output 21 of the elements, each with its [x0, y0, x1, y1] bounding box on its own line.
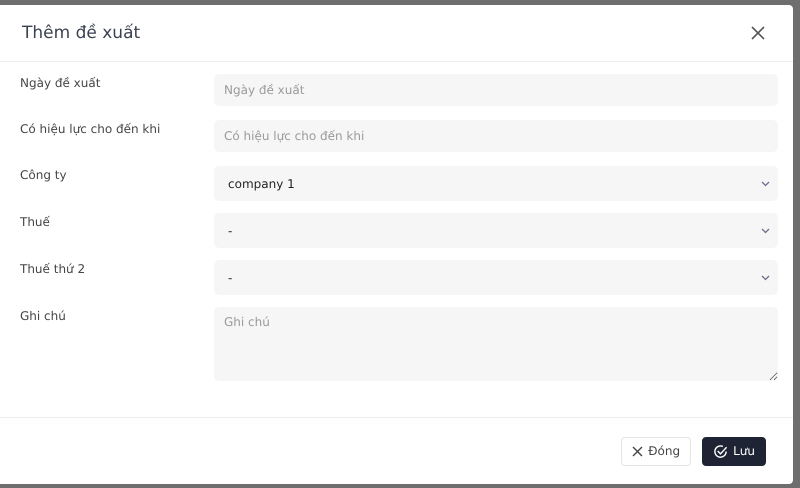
close-icon[interactable] — [751, 26, 765, 40]
chevron-down-icon — [761, 180, 770, 186]
field-label: Ngày đề xuất — [20, 75, 102, 90]
dialog-title: Thêm đề xuất — [22, 23, 140, 43]
save-button[interactable]: Lưu — [702, 436, 766, 466]
select-field[interactable]: company 1 — [214, 166, 778, 201]
chevron-down-icon — [761, 228, 770, 234]
input-field[interactable]: Ngày đề xuất — [214, 74, 778, 106]
select-field[interactable]: - — [214, 213, 778, 248]
textarea-field[interactable]: Ghi chú — [214, 307, 778, 381]
chevron-down-icon — [761, 274, 770, 280]
check-circle-icon — [713, 444, 728, 458]
field-label: Ghi chú — [20, 308, 67, 323]
field-label: Thuế thứ 2 — [20, 261, 86, 276]
field-label: Công ty — [20, 167, 68, 182]
field-label: Thuế — [20, 214, 51, 229]
close-icon — [632, 446, 644, 456]
field-label: Có hiệu lực cho đến khi — [20, 121, 162, 136]
select-field[interactable]: - — [214, 260, 778, 295]
input-field[interactable]: Có hiệu lực cho đến khi — [214, 120, 778, 152]
close-button[interactable]: Đóng — [621, 436, 692, 466]
